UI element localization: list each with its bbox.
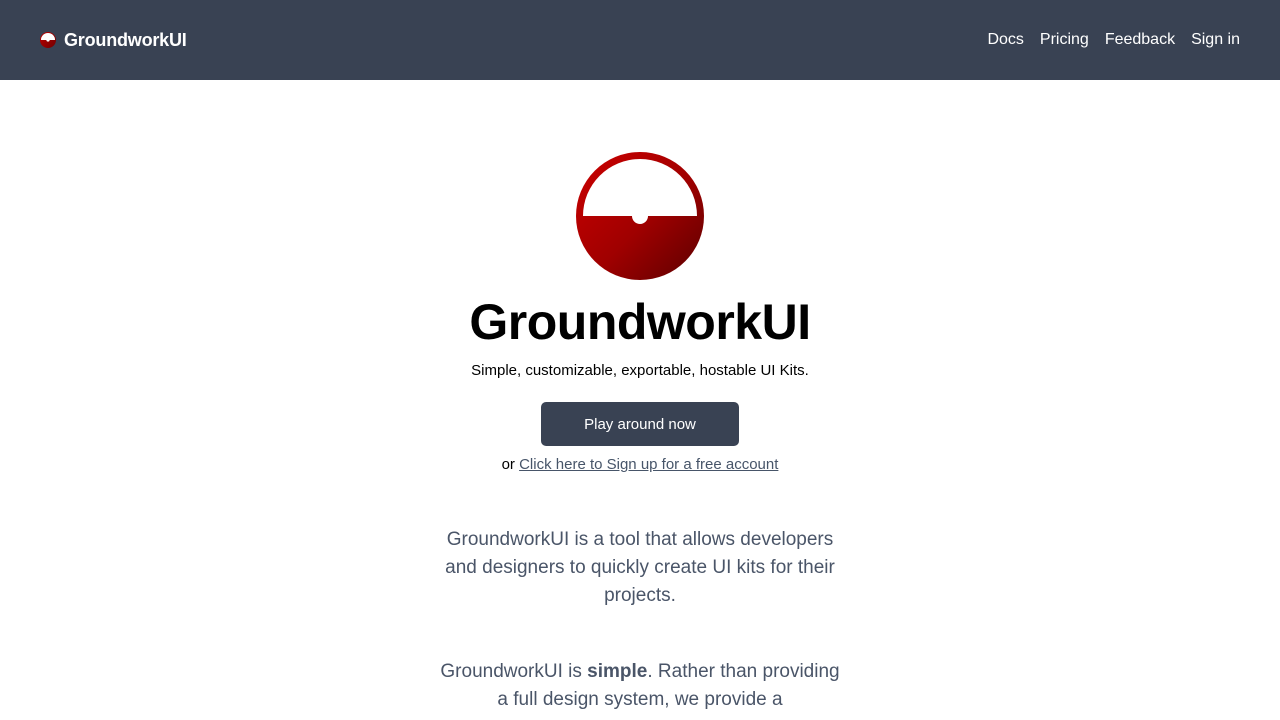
simple-paragraph-start: GroundworkUI is <box>440 661 582 682</box>
nav-link-pricing[interactable]: Pricing <box>1040 31 1089 49</box>
intro-paragraph: GroundworkUI is a tool that allows devel… <box>445 529 835 606</box>
hero-section: GroundworkUI Simple, customizable, expor… <box>0 80 1280 714</box>
groundwork-logo-icon <box>576 152 704 280</box>
signup-line: or Click here to Sign up for a free acco… <box>502 454 779 476</box>
brand-link[interactable]: GroundworkUI <box>40 30 187 51</box>
nav-link-feedback[interactable]: Feedback <box>1105 31 1175 49</box>
groundwork-logo-icon <box>40 32 56 48</box>
signup-prefix: or <box>501 456 515 473</box>
hero-title: GroundworkUI <box>469 294 811 350</box>
hero-subtitle: Simple, customizable, exportable, hostab… <box>471 362 809 379</box>
signup-link[interactable]: Click here to Sign up for a free account <box>519 456 778 473</box>
play-around-button[interactable]: Play around now <box>541 402 739 446</box>
simple-paragraph-bold: simple <box>587 661 648 682</box>
nav-link-docs[interactable]: Docs <box>987 31 1023 49</box>
brand-name: GroundworkUI <box>64 29 187 50</box>
nav-link-sign-in[interactable]: Sign in <box>1191 31 1240 49</box>
top-navbar: GroundworkUI Docs Pricing Feedback Sign … <box>0 0 1280 80</box>
nav-links: Docs Pricing Feedback Sign in <box>987 31 1240 49</box>
simple-paragraph: GroundworkUI is simple. Rather than prov… <box>435 658 845 714</box>
